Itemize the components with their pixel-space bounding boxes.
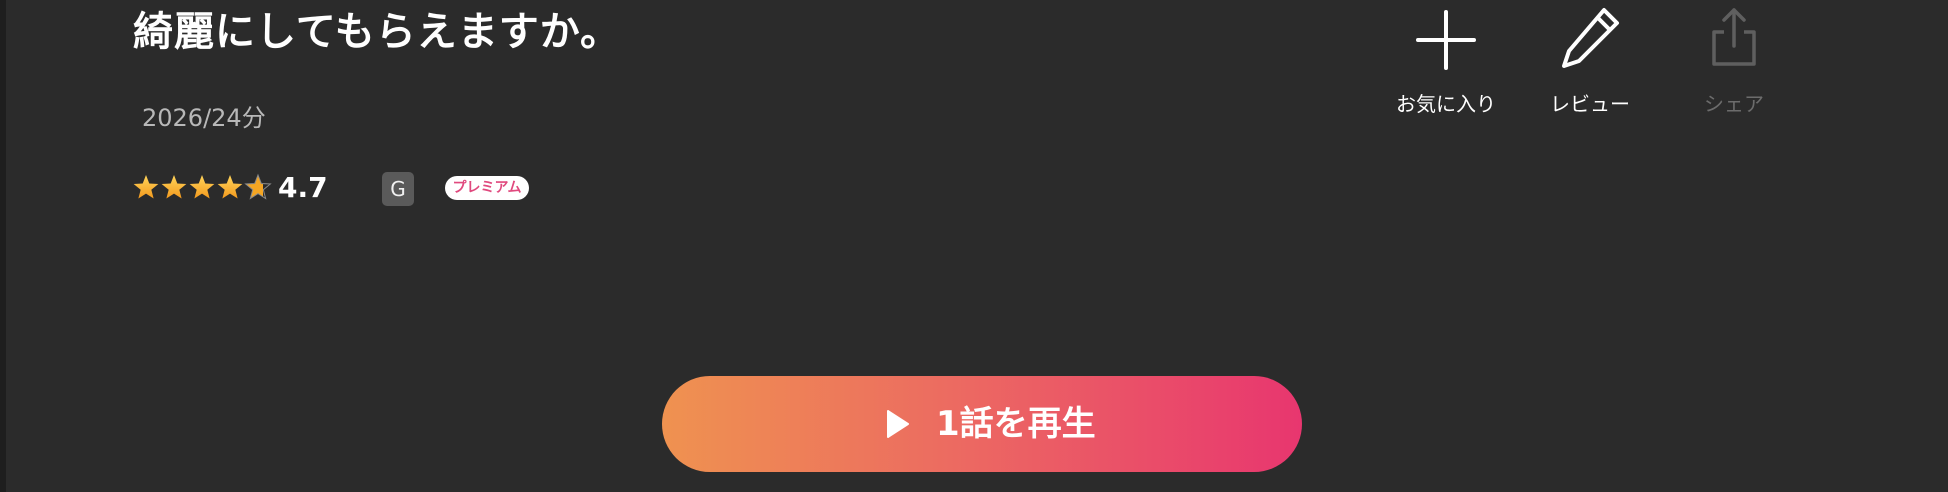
- play-episode-button[interactable]: 1話を再生: [662, 376, 1302, 472]
- side-edge: [0, 0, 6, 492]
- favorite-button[interactable]: お気に入り: [1381, 0, 1511, 130]
- share-label: シェア: [1704, 92, 1764, 116]
- play-icon: [887, 410, 909, 438]
- review-button[interactable]: レビュー: [1525, 0, 1655, 130]
- star-icon: [217, 175, 243, 199]
- plus-icon: [1416, 10, 1476, 70]
- review-label: レビュー: [1550, 92, 1630, 116]
- rating-score: 4.7: [278, 171, 328, 204]
- favorite-label: お気に入り: [1396, 92, 1496, 116]
- star-rating: [133, 173, 272, 200]
- share-icon: [1712, 8, 1756, 66]
- star-icon: [133, 175, 159, 199]
- pencil-icon: [1562, 8, 1619, 68]
- release-duration-meta: 2026/24分: [142, 104, 266, 132]
- share-button[interactable]: シェア: [1669, 0, 1799, 130]
- star-icon: [244, 173, 272, 200]
- page-title: 綺麗にしてもらえますか。: [133, 9, 621, 55]
- age-rating-badge: G: [382, 172, 414, 206]
- premium-badge: プレミアム: [445, 176, 529, 200]
- play-episode-label: 1話を再生: [936, 404, 1096, 444]
- star-icon: [189, 175, 215, 199]
- star-icon: [161, 175, 187, 199]
